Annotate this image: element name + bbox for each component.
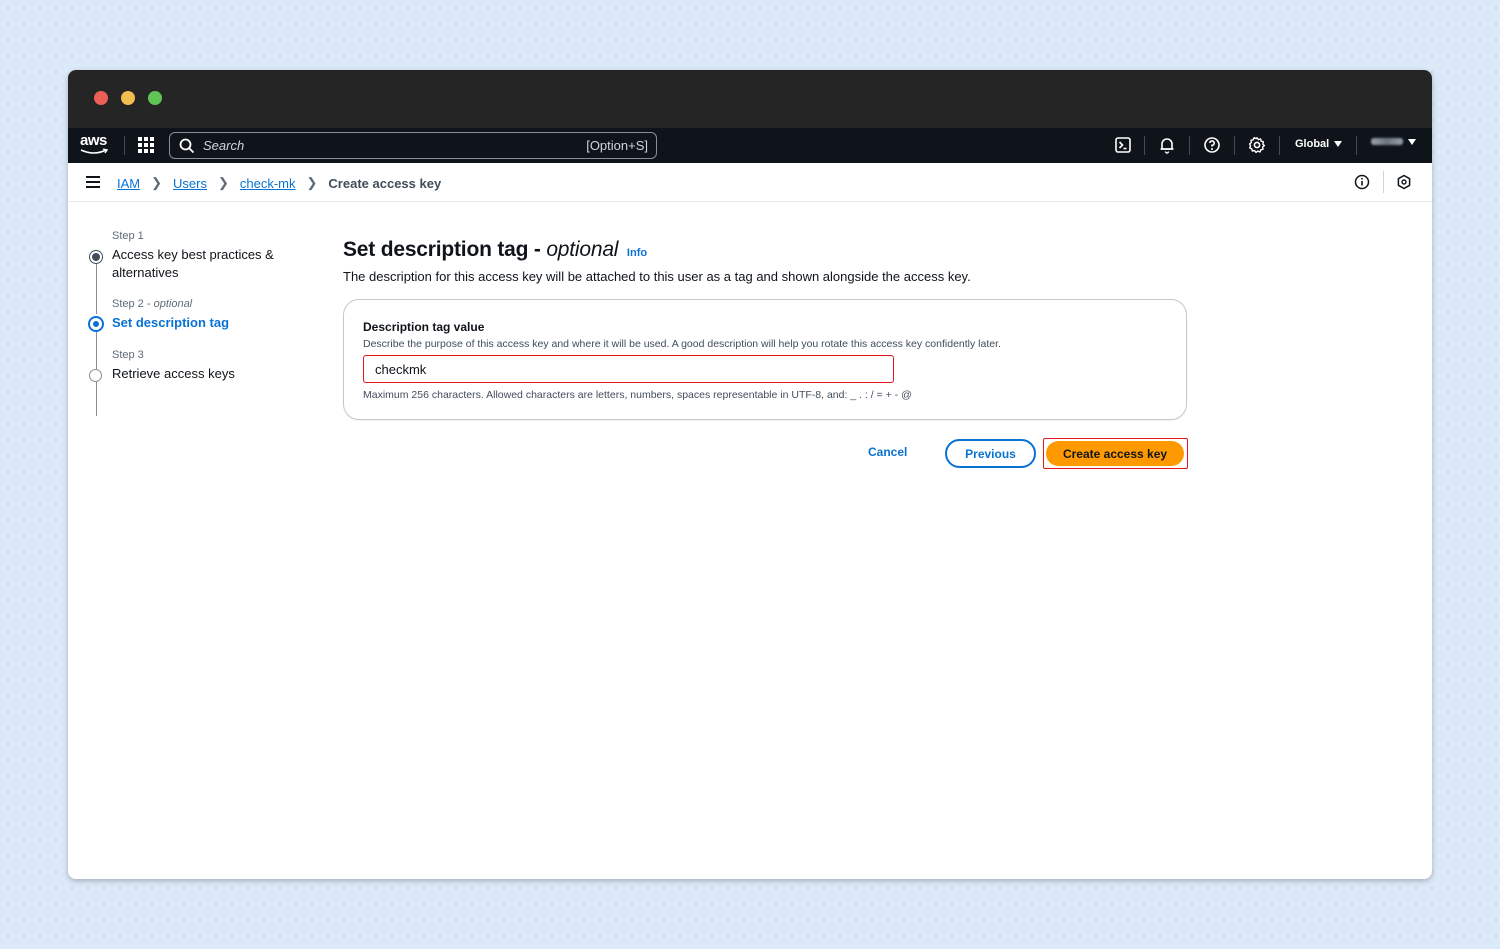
field-constraint-hint: Maximum 256 characters. Allowed characte… (363, 389, 912, 401)
breadcrumb: IAM ❯ Users ❯ check-mk ❯ Create access k… (117, 175, 441, 191)
search-input[interactable]: Search [Option+S] (169, 132, 657, 159)
breadcrumb-divider (1383, 171, 1384, 193)
browser-window: aws Search [Option+S] Global IAM ❯ Users… (68, 70, 1432, 879)
wizard-step-3: Step 3 Retrieve access keys (86, 349, 286, 383)
info-panel-icon[interactable] (1354, 174, 1370, 190)
account-menu[interactable] (1371, 138, 1416, 145)
description-tag-input[interactable] (363, 355, 894, 383)
step-title: Retrieve access keys (112, 366, 235, 381)
step-current-dot-icon (88, 316, 104, 332)
wizard-step-1[interactable]: Step 1 Access key best practices & alter… (86, 230, 286, 282)
step-completed-dot-icon (90, 251, 102, 263)
breadcrumb-link-iam[interactable]: IAM (117, 176, 140, 191)
breadcrumb-link-user[interactable]: check-mk (240, 176, 296, 191)
previous-button[interactable]: Previous (945, 439, 1036, 468)
services-menu-icon[interactable] (138, 137, 154, 153)
page-description: The description for this access key will… (343, 269, 971, 284)
feedback-hexagon-icon[interactable] (1396, 174, 1412, 190)
minimize-window-button[interactable] (121, 91, 135, 105)
main-content: Set description tag - optional Info The … (343, 238, 1187, 420)
chevron-right-icon: ❯ (151, 175, 163, 190)
chevron-down-icon (1334, 141, 1343, 148)
region-selector[interactable]: Global (1295, 138, 1343, 150)
page-title: Set description tag - optional Info (343, 238, 648, 261)
create-button-highlight: Create access key (1043, 438, 1188, 469)
wizard-actions: Cancel Previous Create access key (343, 438, 1188, 469)
breadcrumb-current: Create access key (328, 175, 442, 191)
info-link[interactable]: Info (627, 247, 647, 259)
field-label: Description tag value (363, 320, 485, 334)
search-placeholder: Search (203, 138, 245, 153)
description-tag-panel: Description tag value Describe the purpo… (343, 299, 1187, 420)
menu-hamburger-icon[interactable] (86, 176, 100, 188)
nav-divider (1234, 136, 1235, 155)
cancel-button[interactable]: Cancel (868, 445, 907, 459)
page-title-optional: optional (546, 238, 619, 261)
step-number: Step 2 - optional (112, 298, 193, 310)
region-label: Global (1295, 138, 1330, 150)
aws-top-navigation: aws Search [Option+S] Global (68, 128, 1432, 163)
field-description: Describe the purpose of this access key … (363, 338, 1001, 350)
breadcrumb-bar: IAM ❯ Users ❯ check-mk ❯ Create access k… (68, 163, 1432, 202)
help-icon[interactable] (1203, 136, 1221, 154)
nav-divider (1356, 136, 1357, 155)
maximize-window-button[interactable] (148, 91, 162, 105)
notifications-bell-icon[interactable] (1158, 136, 1176, 154)
create-access-key-button[interactable]: Create access key (1046, 441, 1184, 466)
aws-smile-icon (80, 148, 109, 154)
breadcrumb-link-users[interactable]: Users (173, 176, 207, 191)
step-title: Access key best practices & alternatives (112, 247, 274, 280)
chevron-down-icon (1408, 138, 1416, 145)
search-shortcut: [Option+S] (586, 138, 648, 153)
step-pending-dot-icon (89, 369, 102, 382)
chevron-right-icon: ❯ (306, 175, 318, 190)
step-title: Set description tag (112, 315, 230, 330)
wizard-step-2: Step 2 - optional Set description tag (86, 298, 286, 332)
step-number: Step 3 (112, 349, 144, 361)
nav-divider (1279, 136, 1280, 155)
nav-divider (1144, 136, 1145, 155)
search-icon (179, 138, 195, 153)
nav-divider (124, 136, 125, 155)
step-number: Step 1 (112, 230, 144, 242)
nav-divider (1189, 136, 1190, 155)
close-window-button[interactable] (94, 91, 108, 105)
chevron-right-icon: ❯ (217, 175, 229, 190)
cloudshell-icon[interactable] (1114, 136, 1132, 154)
aws-logo-text: aws (80, 132, 107, 149)
aws-logo[interactable]: aws (80, 132, 110, 158)
account-name-redacted (1371, 138, 1403, 145)
window-titlebar (68, 70, 1432, 128)
settings-gear-icon[interactable] (1248, 136, 1266, 154)
step-qualifier: optional (153, 298, 193, 310)
